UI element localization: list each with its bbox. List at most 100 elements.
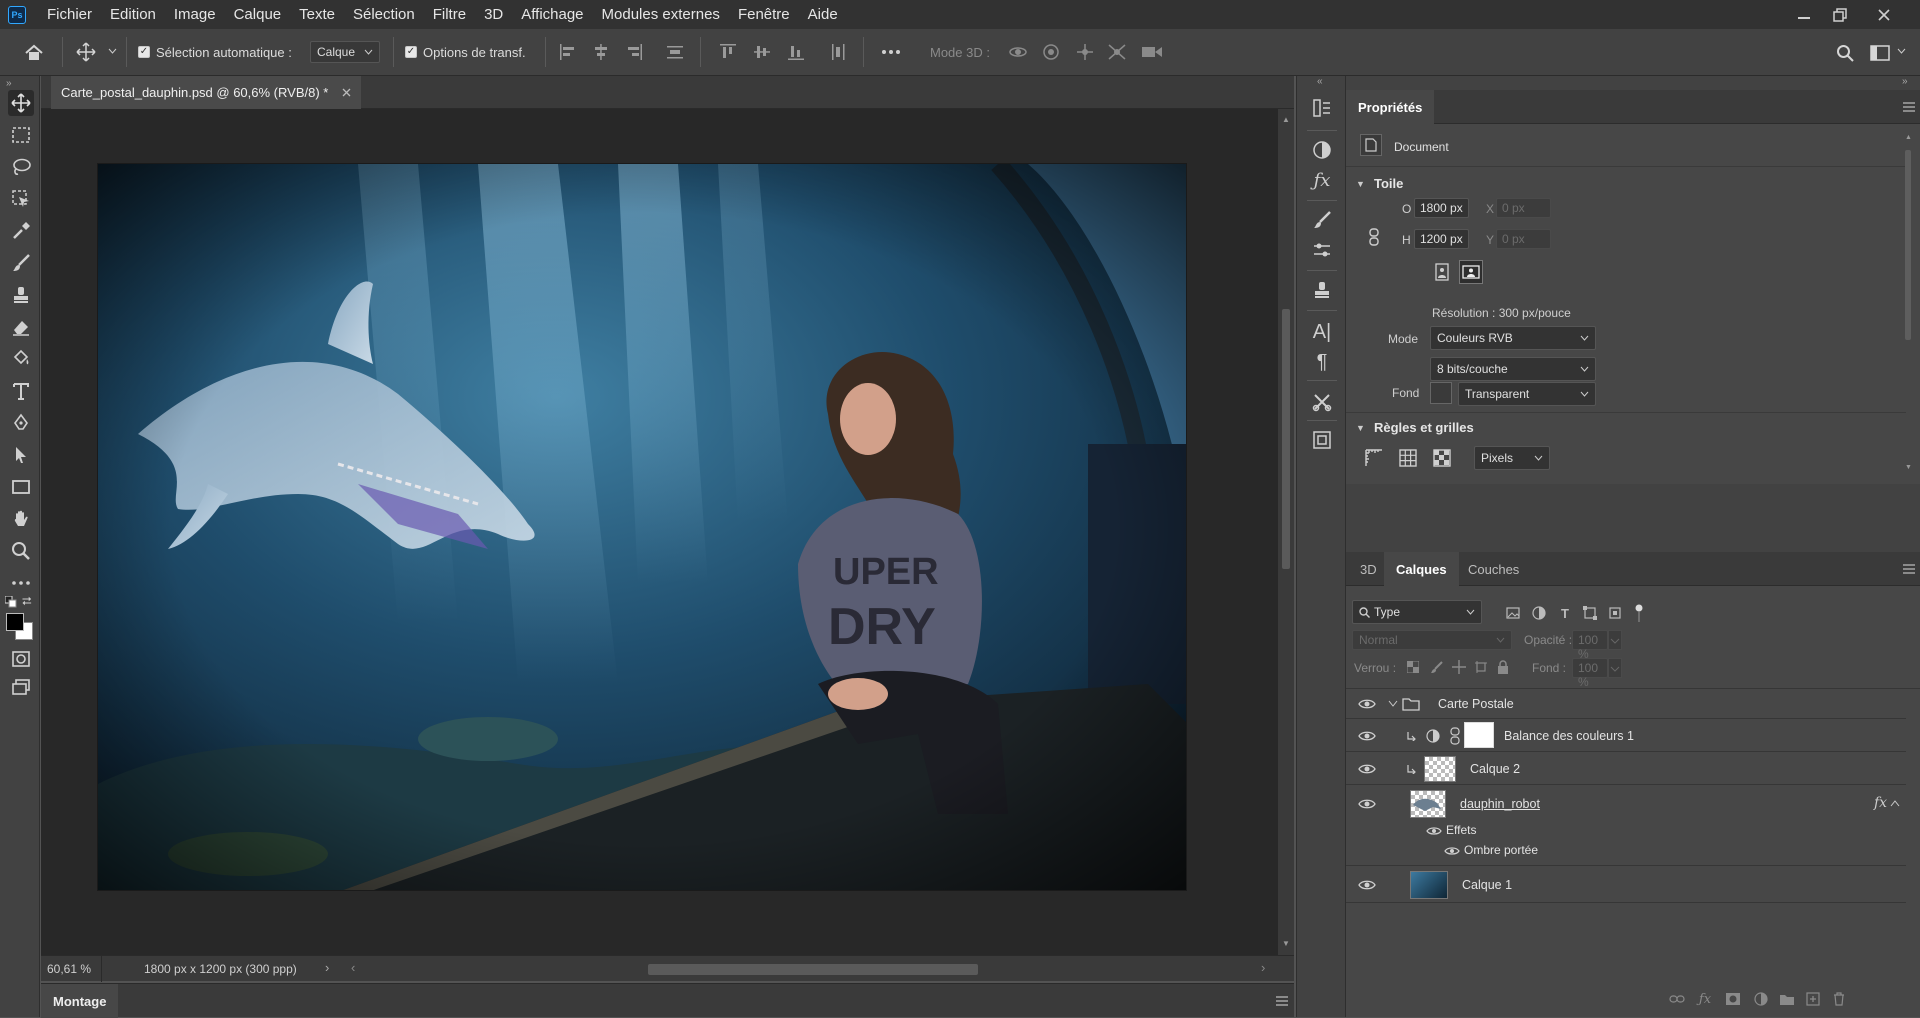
layer-row-with-effects[interactable]: dauphin_robot fx Effets Ombre portée xyxy=(1346,786,1906,866)
expand-dock-icon[interactable]: « xyxy=(1317,76,1323,87)
layer-filter-dropdown[interactable]: Type xyxy=(1352,600,1482,624)
menu-3d[interactable]: 3D xyxy=(475,0,512,29)
color-mode-dropdown[interactable]: Couleurs RVB xyxy=(1430,326,1596,350)
filter-pixel-layers-button[interactable] xyxy=(1504,604,1522,622)
transform-options-checkbox[interactable]: ✓ xyxy=(405,46,417,58)
hand-tool[interactable] xyxy=(8,506,34,532)
distribute-horizontal-button[interactable] xyxy=(828,42,848,62)
delete-layer-button[interactable] xyxy=(1830,990,1848,1008)
quick-mask-button[interactable] xyxy=(8,646,34,672)
fill-slider-toggle[interactable] xyxy=(1608,658,1622,678)
layer-group-row[interactable]: Carte Postale xyxy=(1346,689,1906,719)
lock-artboard-button[interactable] xyxy=(1472,658,1490,676)
align-right-button[interactable] xyxy=(624,42,644,62)
collapse-toolbar-icon[interactable]: » xyxy=(6,78,12,89)
filter-shape-layers-button[interactable] xyxy=(1581,604,1599,622)
y-field[interactable]: 0 px xyxy=(1496,229,1551,249)
edit-toolbar-button[interactable] xyxy=(8,570,34,596)
visibility-eye-icon[interactable] xyxy=(1358,878,1376,892)
scale-3d-button[interactable] xyxy=(1140,42,1164,62)
ruler-units-dropdown[interactable]: Pixels xyxy=(1474,446,1550,470)
visibility-eye-icon[interactable] xyxy=(1358,762,1376,776)
lock-image-pixels-button[interactable] xyxy=(1428,658,1446,676)
paint-bucket-tool[interactable] xyxy=(8,346,34,372)
document-canvas[interactable]: UPER DRY xyxy=(97,163,1187,891)
layer-row[interactable]: Calque 1 xyxy=(1346,867,1906,903)
zoom-tool[interactable] xyxy=(8,538,34,564)
effects-eye-icon[interactable] xyxy=(1426,825,1442,837)
link-layers-button[interactable] xyxy=(1668,990,1686,1008)
swap-colors-icon[interactable]: ⮂ xyxy=(22,594,34,608)
rulers-button[interactable] xyxy=(1364,448,1386,470)
clone-source-button[interactable] xyxy=(1310,278,1334,302)
grid-button[interactable] xyxy=(1398,448,1420,470)
align-top-button[interactable] xyxy=(718,42,738,62)
visibility-eye-icon[interactable] xyxy=(1358,697,1376,711)
brush-tool[interactable] xyxy=(8,250,34,276)
height-field[interactable]: 1200 px xyxy=(1414,229,1469,249)
drop-shadow-eye-icon[interactable] xyxy=(1444,845,1460,857)
tab-3d[interactable]: 3D xyxy=(1348,552,1389,586)
vertical-scrollbar[interactable]: ▲ ▼ xyxy=(1278,109,1294,955)
status-menu-chevron-icon[interactable]: › xyxy=(325,960,329,975)
lock-transparent-pixels-button[interactable] xyxy=(1404,658,1422,676)
brushes-panel-button[interactable] xyxy=(1310,238,1334,262)
styles-panel-button[interactable]: ƒx xyxy=(1310,168,1334,192)
fill-opacity-field[interactable]: 100 % xyxy=(1572,658,1608,689)
move-tool[interactable] xyxy=(8,90,34,116)
align-center-h-button[interactable] xyxy=(591,42,611,62)
marquee-tool[interactable] xyxy=(8,122,34,148)
panel-menu-icon[interactable] xyxy=(1276,996,1288,1006)
menu-calque[interactable]: Calque xyxy=(225,0,291,29)
default-colors-icon[interactable] xyxy=(5,596,19,608)
rectangle-tool[interactable] xyxy=(8,474,34,500)
add-layer-style-button[interactable]: ƒx xyxy=(1696,990,1714,1008)
new-group-button[interactable] xyxy=(1778,990,1796,1008)
width-field[interactable]: 1800 px xyxy=(1414,198,1469,218)
close-window-button[interactable] xyxy=(1866,0,1902,29)
scroll-up-icon[interactable]: ▲ xyxy=(1282,115,1290,124)
minimize-button[interactable] xyxy=(1786,0,1822,29)
horizontal-scroll-thumb[interactable] xyxy=(648,964,978,975)
add-mask-button[interactable] xyxy=(1724,990,1742,1008)
menu-affichage[interactable]: Affichage xyxy=(512,0,592,29)
menu-aide[interactable]: Aide xyxy=(799,0,847,29)
layer-row[interactable]: Calque 2 xyxy=(1346,753,1906,785)
rulers-chevron-down-icon[interactable]: ▼ xyxy=(1356,423,1365,433)
lock-all-button[interactable] xyxy=(1494,658,1512,676)
preset-chevron-down-icon[interactable] xyxy=(106,45,118,57)
filter-type-layers-button[interactable]: T xyxy=(1556,604,1574,622)
workspace-button[interactable] xyxy=(1868,41,1892,65)
background-fill-dropdown[interactable]: Transparent xyxy=(1458,382,1596,406)
lock-position-button[interactable] xyxy=(1450,658,1468,676)
paragraph-panel-button[interactable]: ¶ xyxy=(1310,350,1334,374)
link-icon[interactable] xyxy=(1450,727,1460,745)
object-selection-tool[interactable] xyxy=(8,186,34,212)
document-tab[interactable]: Carte_postal_dauphin.psd @ 60,6% (RVB/8)… xyxy=(51,76,362,109)
path-selection-tool[interactable] xyxy=(8,442,34,468)
bit-depth-dropdown[interactable]: 8 bits/couche xyxy=(1430,357,1596,381)
drop-shadow-effect-label[interactable]: Ombre portée xyxy=(1464,843,1538,857)
link-dimensions-icon[interactable] xyxy=(1368,228,1380,246)
effects-chevron-up-icon[interactable] xyxy=(1890,799,1900,807)
menu-edition[interactable]: Edition xyxy=(101,0,165,29)
filter-smart-objects-button[interactable] xyxy=(1606,604,1624,622)
auto-select-checkbox[interactable]: ✓ xyxy=(138,46,150,58)
menu-texte[interactable]: Texte xyxy=(290,0,344,29)
search-button[interactable] xyxy=(1833,41,1857,65)
group-chevron-down-icon[interactable] xyxy=(1388,700,1398,708)
menu-modules-externes[interactable]: Modules externes xyxy=(593,0,729,29)
tool-presets-button[interactable] xyxy=(1310,390,1334,414)
pan-3d-button[interactable] xyxy=(1074,42,1096,62)
visibility-eye-icon[interactable] xyxy=(1358,797,1376,811)
opacity-slider-toggle[interactable] xyxy=(1608,630,1622,650)
properties-scroll-thumb[interactable] xyxy=(1905,150,1911,340)
filter-toggle-switch[interactable] xyxy=(1635,604,1643,622)
filter-adjustment-layers-button[interactable] xyxy=(1530,604,1548,622)
close-tab-icon[interactable] xyxy=(342,88,351,97)
align-bottom-button[interactable] xyxy=(786,42,806,62)
guides-button[interactable] xyxy=(1432,448,1454,470)
scroll-left-icon[interactable]: ‹ xyxy=(351,960,355,975)
zoom-level-field[interactable]: 60,61 % xyxy=(47,962,91,976)
adjustment-layer-row[interactable]: Balance des couleurs 1 xyxy=(1346,720,1906,752)
